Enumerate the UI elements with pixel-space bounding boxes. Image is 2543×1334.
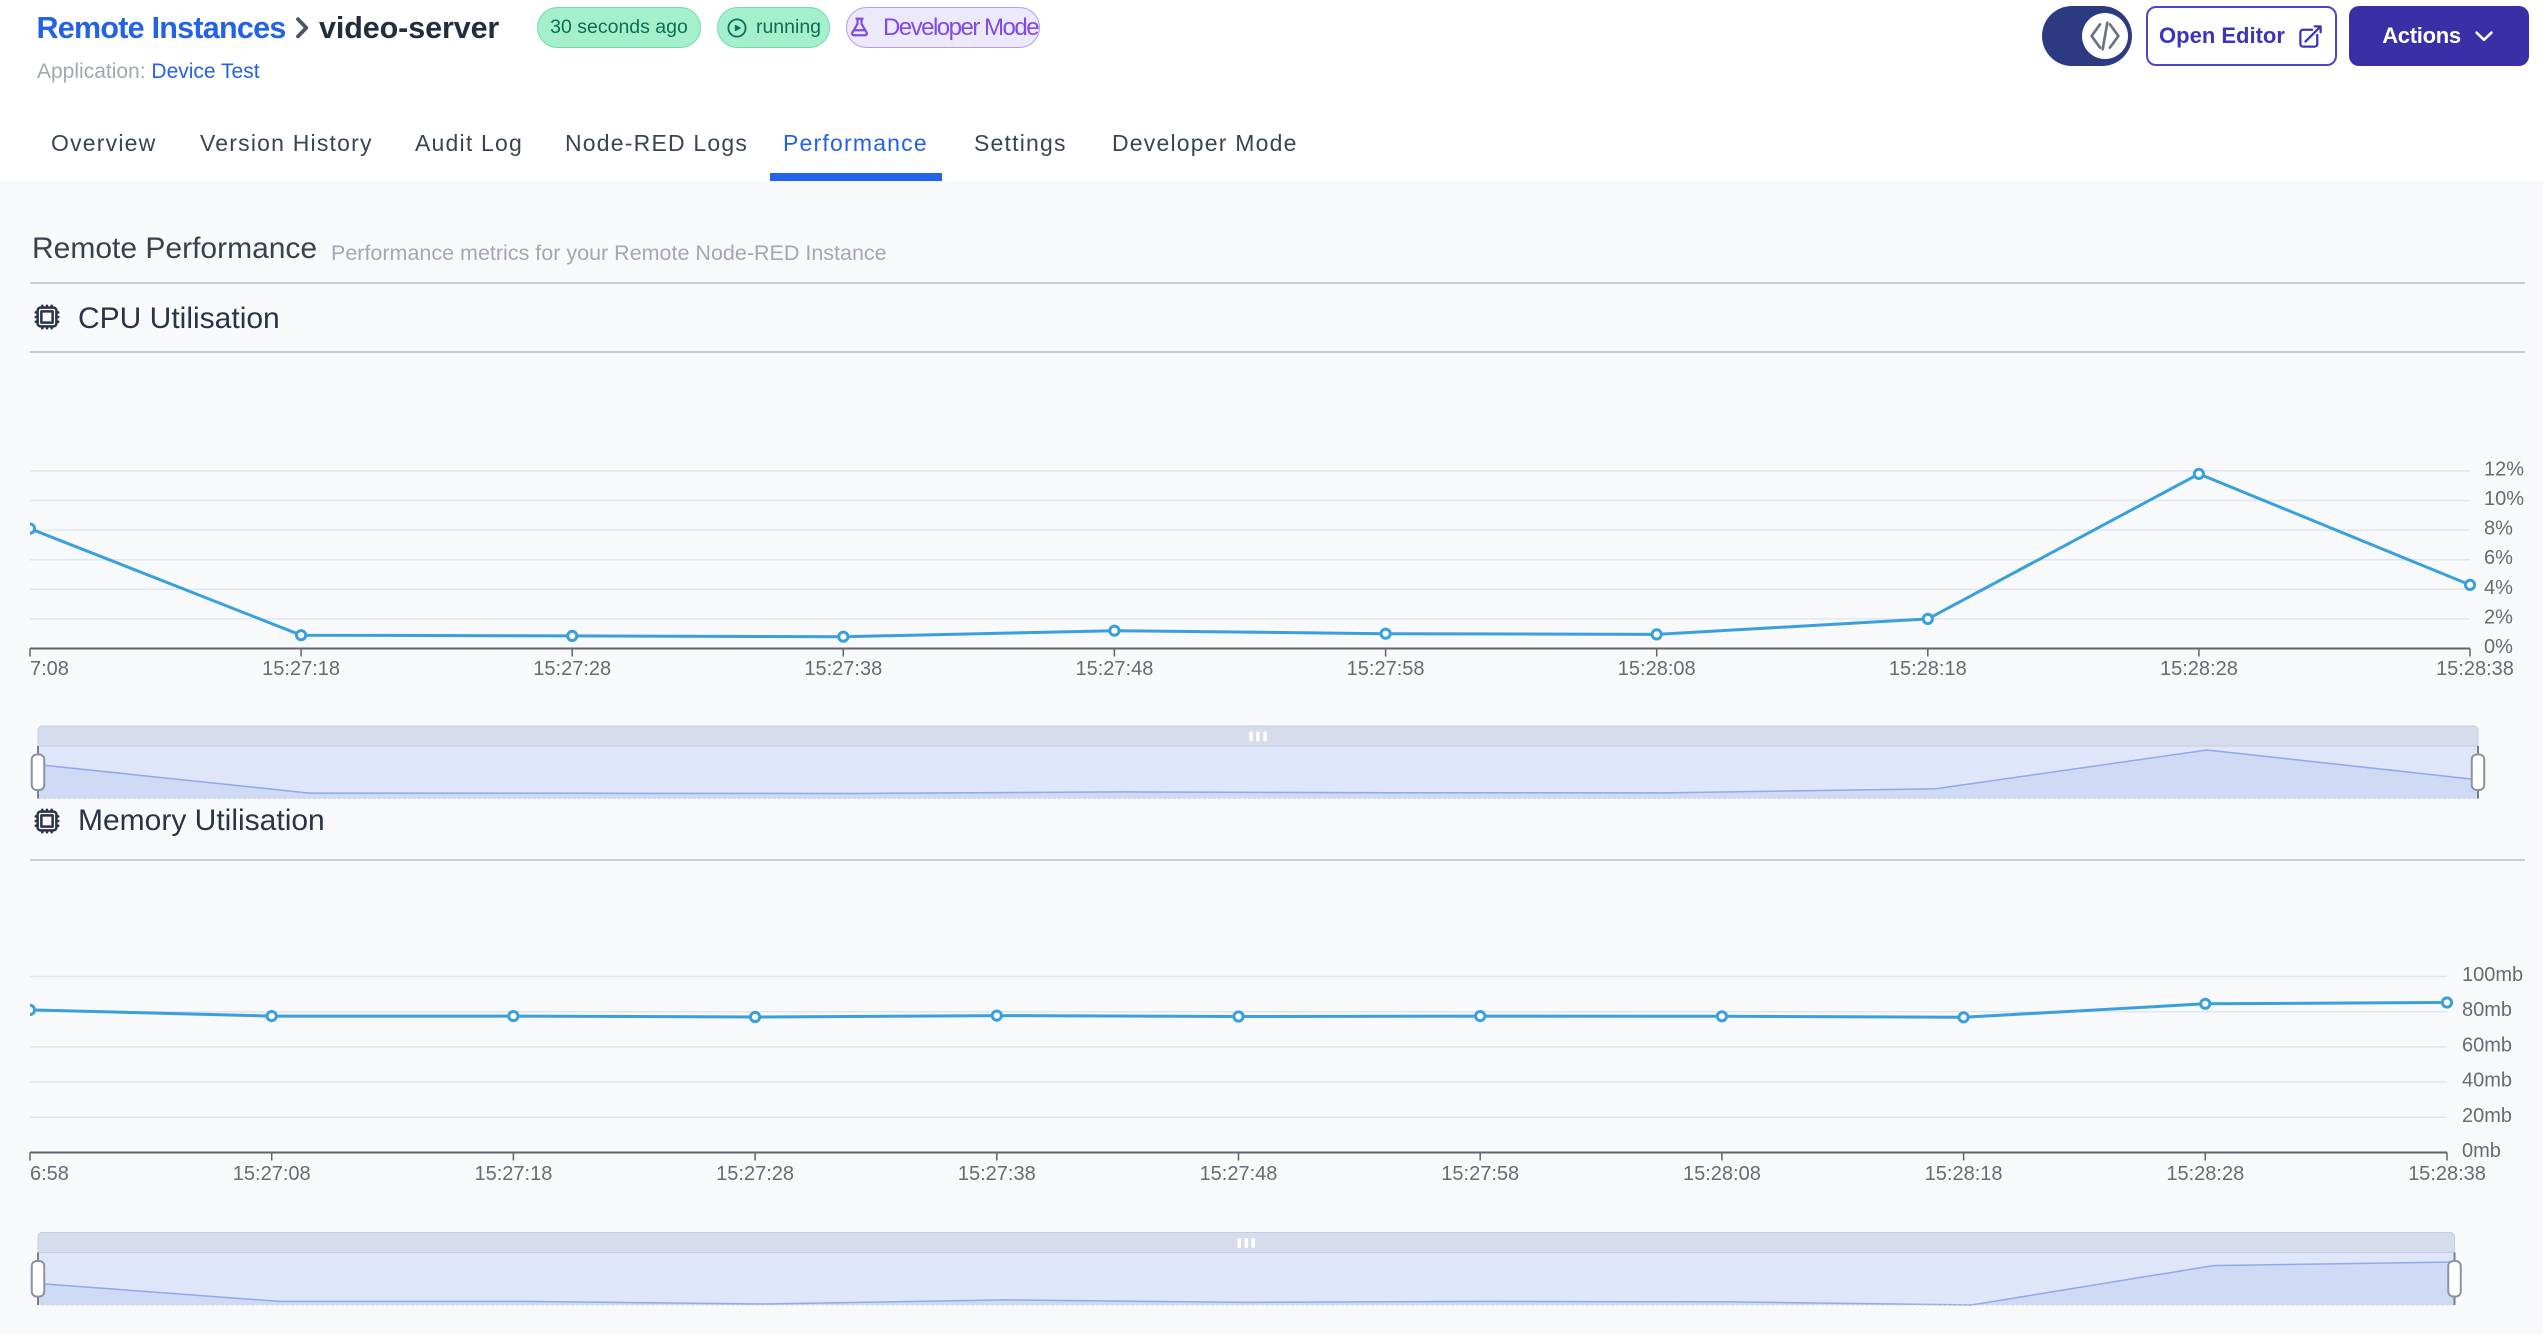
svg-text:15:27:18: 15:27:18 — [262, 658, 340, 680]
svg-text:4%: 4% — [2484, 577, 2513, 599]
svg-text:12%: 12% — [2484, 458, 2524, 480]
svg-text:2%: 2% — [2484, 606, 2513, 628]
svg-text:15:27:48: 15:27:48 — [1200, 1163, 1278, 1185]
svg-text:15:28:38: 15:28:38 — [2408, 1163, 2486, 1185]
svg-text:15:28:08: 15:28:08 — [1683, 1163, 1761, 1185]
svg-text:80mb: 80mb — [2462, 999, 2512, 1021]
svg-text:0mb: 0mb — [2462, 1140, 2501, 1162]
svg-text:15:27:58: 15:27:58 — [1347, 658, 1425, 680]
svg-text:15:27:38: 15:27:38 — [804, 658, 882, 680]
svg-text:15:28:08: 15:28:08 — [1618, 658, 1696, 680]
svg-text:6:58: 6:58 — [30, 1163, 69, 1185]
svg-text:6%: 6% — [2484, 547, 2513, 569]
svg-text:10%: 10% — [2484, 488, 2524, 510]
svg-text:15:27:38: 15:27:38 — [958, 1163, 1036, 1185]
svg-text:100mb: 100mb — [2462, 964, 2523, 986]
svg-text:15:27:28: 15:27:28 — [716, 1163, 794, 1185]
svg-text:15:28:28: 15:28:28 — [2160, 658, 2238, 680]
svg-text:15:28:18: 15:28:18 — [1925, 1163, 2003, 1185]
svg-text:15:27:08: 15:27:08 — [233, 1163, 311, 1185]
svg-text:15:28:38: 15:28:38 — [2436, 658, 2514, 680]
svg-text:15:27:48: 15:27:48 — [1075, 658, 1153, 680]
svg-text:15:27:58: 15:27:58 — [1441, 1163, 1519, 1185]
svg-text:7:08: 7:08 — [30, 658, 69, 680]
svg-text:20mb: 20mb — [2462, 1105, 2512, 1127]
svg-text:60mb: 60mb — [2462, 1034, 2512, 1056]
svg-text:8%: 8% — [2484, 518, 2513, 540]
svg-text:15:28:28: 15:28:28 — [2166, 1163, 2244, 1185]
svg-text:15:27:18: 15:27:18 — [474, 1163, 552, 1185]
svg-text:40mb: 40mb — [2462, 1070, 2512, 1092]
svg-text:15:27:28: 15:27:28 — [533, 658, 611, 680]
svg-text:15:28:18: 15:28:18 — [1889, 658, 1967, 680]
svg-text:0%: 0% — [2484, 636, 2513, 658]
